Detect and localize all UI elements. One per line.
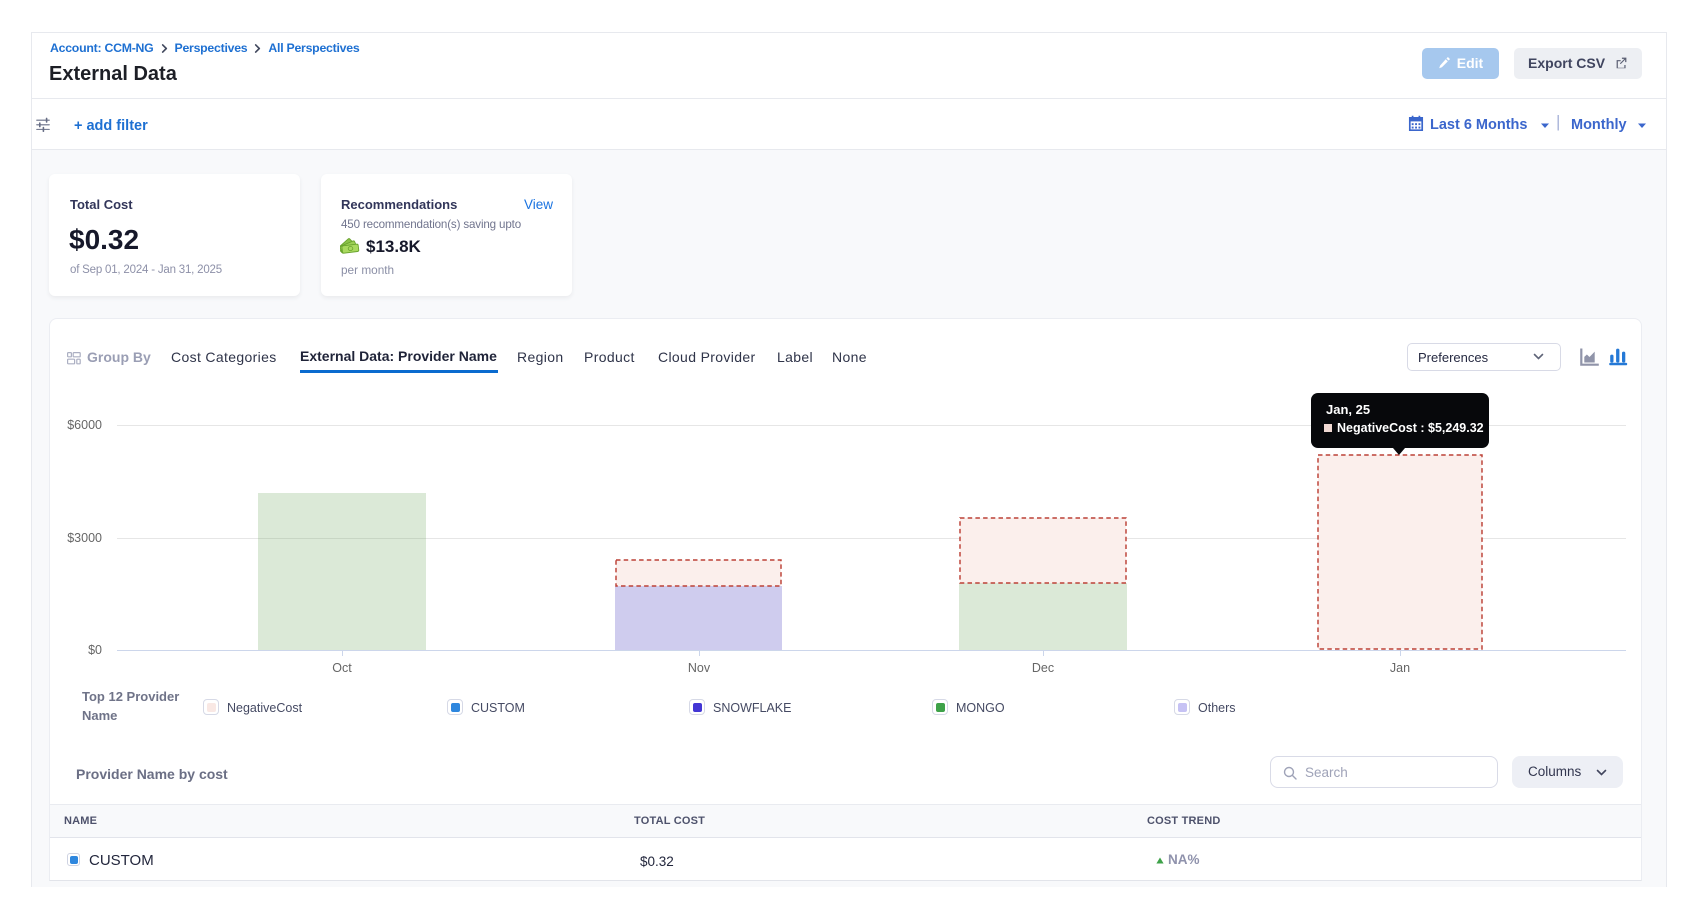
svg-text:Dec: Dec — [1032, 661, 1054, 675]
svg-text:$3000: $3000 — [67, 531, 102, 545]
svg-text:Nov: Nov — [688, 661, 711, 675]
svg-text:Oct: Oct — [332, 661, 352, 675]
svg-text:Jan: Jan — [1390, 661, 1410, 675]
svg-text:$0: $0 — [88, 643, 102, 657]
svg-text:$6000: $6000 — [67, 418, 102, 432]
